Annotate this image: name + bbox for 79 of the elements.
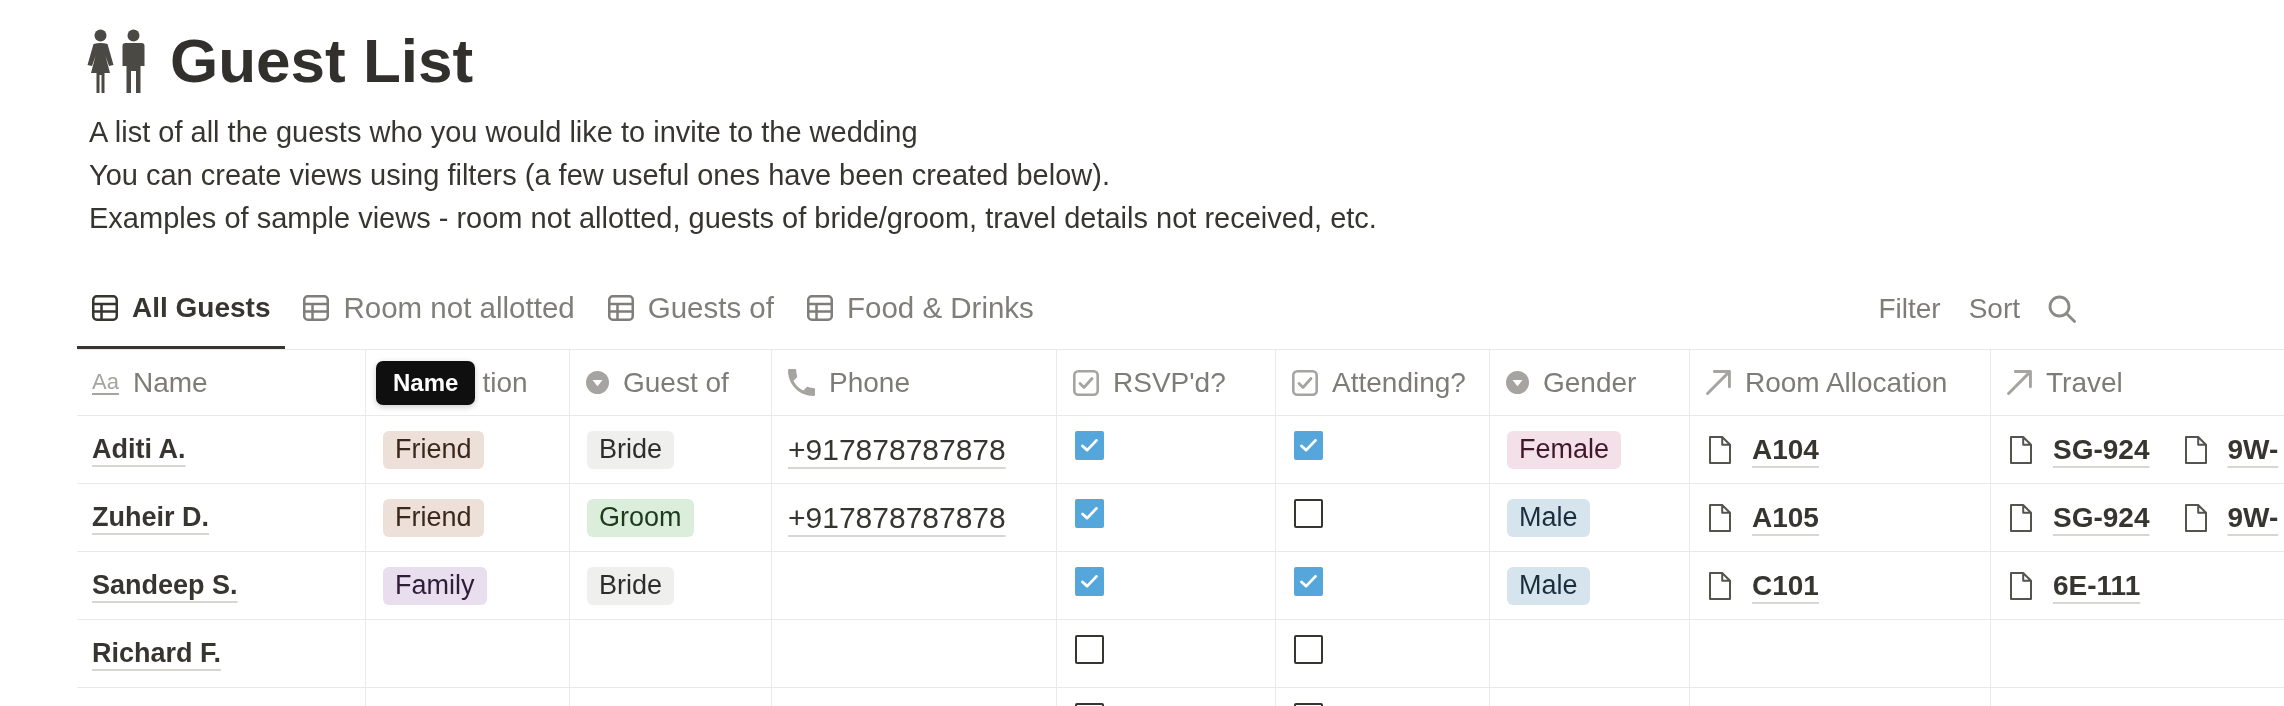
column-header[interactable]: Attending?	[1332, 366, 1466, 399]
table-icon	[607, 294, 634, 321]
view-tab[interactable]: All Guests	[77, 275, 286, 349]
checkbox[interactable]	[1294, 499, 1323, 528]
select-tag: Male	[1507, 498, 1590, 537]
checkbox[interactable]	[1075, 499, 1104, 528]
select-tag: Friend	[383, 498, 484, 537]
checkbox[interactable]	[1075, 635, 1104, 664]
column-header[interactable]: RSVP'd?	[1113, 366, 1226, 399]
page-link[interactable]: SG-924	[2053, 433, 2150, 466]
tooltip: Name	[376, 360, 476, 405]
phone-number[interactable]: +917878787878	[788, 500, 1006, 535]
description-text: You can create views using filters (a few useful ones have been created below).	[89, 158, 1111, 193]
document-icon	[2010, 571, 2032, 600]
document-icon	[2184, 503, 2207, 532]
checkbox[interactable]	[1294, 567, 1323, 596]
page-link[interactable]: 9W-	[2227, 501, 2279, 534]
select-tag: Groom	[587, 498, 694, 537]
column-header[interactable]: Phone	[829, 366, 910, 399]
guest-name[interactable]: Richard F.	[92, 638, 222, 669]
filter-button[interactable]: Filter	[1878, 293, 1941, 325]
search-button[interactable]	[2048, 295, 2076, 323]
sort-button[interactable]: Sort	[1968, 293, 2020, 325]
document-icon	[1709, 571, 1731, 600]
column-header[interactable]: tion	[482, 366, 528, 399]
column-header[interactable]: Name	[132, 366, 208, 399]
checkbox-icon	[1292, 369, 1318, 396]
arrow-up-right-icon	[2007, 370, 2032, 395]
checkmark-icon	[1081, 575, 1098, 588]
document-icon	[2184, 435, 2207, 464]
column-header[interactable]: Travel	[2046, 366, 2123, 399]
document-icon	[2010, 503, 2032, 532]
checkmark-icon	[1081, 439, 1098, 452]
document-icon	[1709, 503, 1731, 532]
view-tab[interactable]: Food & Drinks	[791, 275, 1049, 349]
page-link[interactable]: A104	[1752, 433, 1819, 466]
phone-number[interactable]: +917878787878	[788, 432, 1006, 467]
view-tab[interactable]: Room not allotted	[288, 275, 590, 349]
page-link[interactable]: 9W-	[2227, 433, 2279, 466]
table-icon	[92, 294, 118, 321]
document-icon	[2010, 435, 2032, 464]
woman-man-icon	[86, 28, 146, 94]
column-header[interactable]: Room Allocation	[1745, 366, 1948, 399]
description-text: A list of all the guests who you would like to invite to the wedding	[89, 115, 919, 150]
select-tag: Friend	[383, 430, 484, 469]
checkbox[interactable]	[1075, 567, 1104, 596]
checkbox-icon	[1073, 369, 1099, 396]
table-icon	[806, 294, 833, 321]
page-link[interactable]: 6E-111	[2053, 569, 2141, 602]
dropdown-circle-icon	[1506, 371, 1529, 394]
checkbox[interactable]	[1294, 635, 1323, 664]
arrow-up-right-icon	[1706, 370, 1731, 395]
document-icon	[1709, 435, 1731, 464]
page-link[interactable]: A105	[1752, 501, 1819, 534]
guest-name[interactable]: Aditi A.	[92, 434, 186, 465]
guest-name[interactable]: Sandeep S.	[92, 570, 238, 601]
select-tag: Bride	[587, 430, 675, 469]
checkbox[interactable]	[1294, 431, 1323, 460]
checkmark-icon	[1081, 507, 1098, 520]
table-icon	[303, 294, 330, 321]
select-tag: Bride	[587, 566, 675, 605]
page-title: Guest List	[170, 30, 474, 92]
page-link[interactable]: SG-924	[2053, 501, 2150, 534]
dropdown-circle-icon	[586, 371, 609, 394]
select-tag: Female	[1507, 430, 1622, 469]
select-tag: Male	[1507, 566, 1590, 605]
column-header[interactable]: Guest of	[623, 366, 729, 399]
description-text: Examples of sample views - room not allotted, guests of bride/groom, travel details not received, etc.	[89, 201, 1378, 236]
page-link[interactable]: C101	[1752, 569, 1819, 602]
column-header[interactable]: Gender	[1543, 366, 1637, 399]
text-type-icon: Aa	[92, 370, 119, 395]
checkmark-icon	[1300, 575, 1317, 588]
guest-name[interactable]: Zuheir D.	[92, 502, 209, 533]
select-tag: Family	[383, 566, 487, 605]
phone-icon	[788, 369, 815, 396]
checkbox[interactable]	[1075, 431, 1104, 460]
checkmark-icon	[1300, 439, 1317, 452]
view-tab[interactable]: Guests of	[592, 275, 789, 349]
search-icon	[2048, 295, 2076, 323]
